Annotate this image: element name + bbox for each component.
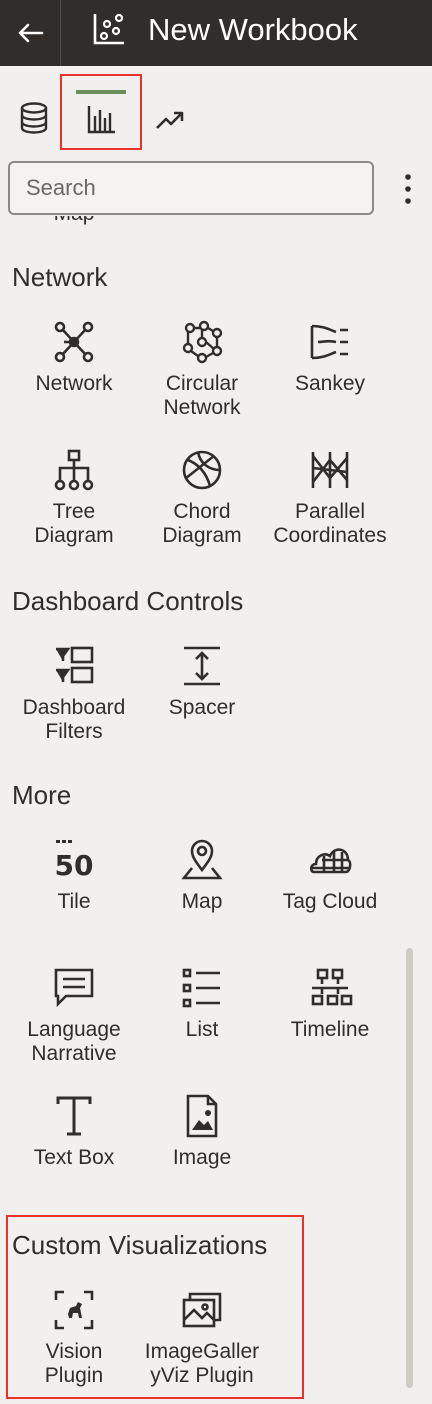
viz-chord-diagram[interactable]: Chord Diagram xyxy=(138,448,266,548)
section-title-more: More xyxy=(12,780,72,810)
section-title-dashboard-controls: Dashboard Controls xyxy=(12,586,244,616)
database-icon xyxy=(20,102,48,134)
viz-language-narrative[interactable]: Language Narrative xyxy=(10,966,138,1066)
viz-label: Tag Cloud xyxy=(282,890,378,913)
workbook-icon xyxy=(93,13,124,45)
viz-tree-diagram[interactable]: Tree Diagram xyxy=(10,448,138,548)
spacer-icon xyxy=(184,646,220,686)
active-tab-indicator xyxy=(76,90,126,94)
viz-label: Map xyxy=(181,890,223,913)
list-icon xyxy=(182,968,220,1008)
viz-label: Chord Diagram xyxy=(162,500,242,547)
viz-text-box[interactable]: Text Box xyxy=(10,1094,138,1170)
map-pin-icon xyxy=(181,839,223,880)
viz-timeline[interactable]: Timeline xyxy=(266,966,394,1042)
sankey-icon xyxy=(310,324,348,360)
viz-label: Parallel Coordinates xyxy=(273,500,387,547)
header-bar: New Workbook xyxy=(0,0,432,66)
tab-data[interactable] xyxy=(14,96,54,140)
viz-tile[interactable]: 50 Tile xyxy=(10,838,138,914)
search-placeholder: Search xyxy=(26,175,96,200)
tile-icon: 50 xyxy=(55,840,94,882)
viz-label: Circular Network xyxy=(163,372,241,419)
image-icon xyxy=(186,1094,218,1138)
tag-cloud-icon xyxy=(309,848,352,874)
viz-spacer[interactable]: Spacer xyxy=(138,644,266,720)
viz-parallel-coordinates[interactable]: Parallel Coordinates xyxy=(266,448,394,548)
custom-visualizations-highlight xyxy=(6,1215,304,1399)
language-narrative-icon xyxy=(54,968,94,1008)
viz-label: Dashboard Filters xyxy=(22,696,126,743)
tree-diagram-icon xyxy=(54,449,94,491)
tab-visualizations[interactable] xyxy=(60,74,142,150)
back-arrow-icon xyxy=(18,23,44,43)
viz-label: Image xyxy=(172,1146,232,1169)
search-input[interactable]: Search xyxy=(8,161,374,215)
viz-image[interactable]: Image xyxy=(138,1094,266,1170)
dashboard-filters-icon xyxy=(56,646,94,684)
bar-chart-icon xyxy=(87,106,115,134)
scrollbar-thumb[interactable] xyxy=(406,948,413,1388)
circular-network-icon xyxy=(182,320,223,364)
more-options-icon[interactable] xyxy=(396,172,420,206)
viz-map[interactable]: Map xyxy=(138,838,266,914)
trend-icon xyxy=(156,111,184,129)
viz-tag-cloud[interactable]: Tag Cloud xyxy=(266,838,394,914)
chord-diagram-icon xyxy=(182,450,222,490)
viz-label: Text Box xyxy=(33,1146,115,1169)
viz-label: Language Narrative xyxy=(27,1018,121,1065)
viz-label: Network xyxy=(35,372,113,395)
viz-label: Sankey xyxy=(294,372,366,395)
viz-sankey[interactable]: Sankey xyxy=(266,320,394,396)
viz-label: Timeline xyxy=(290,1018,370,1041)
back-button[interactable] xyxy=(0,0,61,66)
section-title-network: Network xyxy=(12,262,108,292)
viz-label: Spacer xyxy=(168,696,236,719)
page-title: New Workbook xyxy=(148,12,358,47)
viz-dashboard-filters[interactable]: Dashboard Filters xyxy=(10,644,138,744)
parallel-coordinates-icon xyxy=(311,452,349,488)
viz-label: List xyxy=(185,1018,219,1041)
viz-list[interactable]: List xyxy=(138,966,266,1042)
network-icon xyxy=(54,321,94,363)
text-box-icon xyxy=(56,1096,92,1136)
viz-label: Tile xyxy=(57,890,91,913)
tile-icon-text: 50 xyxy=(55,849,94,882)
tab-analytics[interactable] xyxy=(150,100,190,140)
viz-circular-network[interactable]: Circular Network xyxy=(138,320,266,420)
timeline-icon xyxy=(311,968,353,1006)
viz-label: Tree Diagram xyxy=(34,500,114,547)
map-label-partial: Map xyxy=(34,216,114,226)
viz-network[interactable]: Network xyxy=(10,320,138,396)
